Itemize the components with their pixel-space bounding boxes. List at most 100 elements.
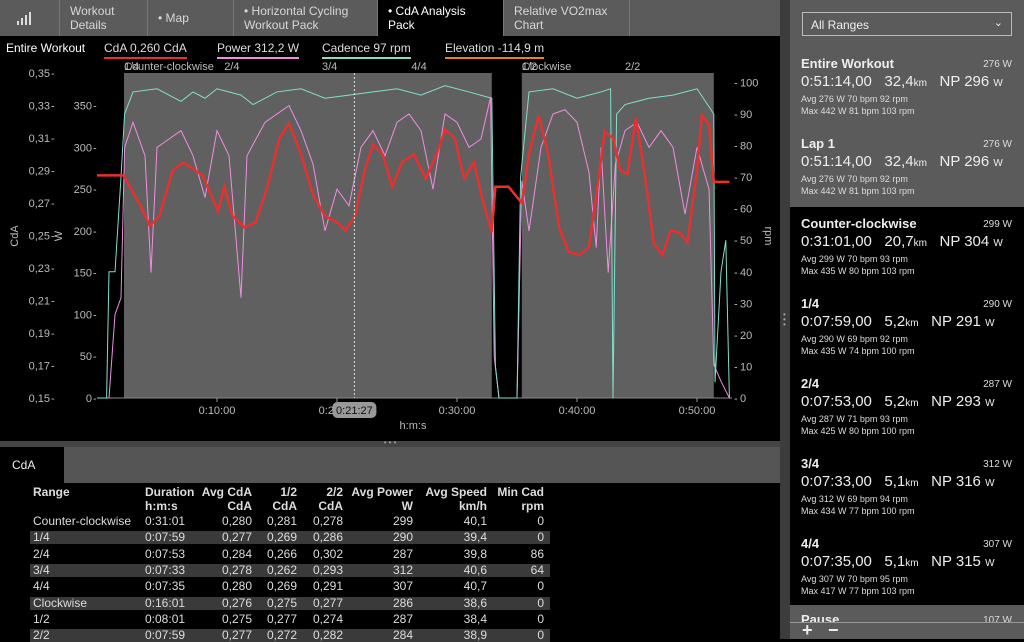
range-distance: 5,2 bbox=[884, 313, 906, 330]
add-range-button[interactable]: + bbox=[802, 620, 813, 641]
tick-mark: - bbox=[734, 77, 738, 89]
remove-range-button[interactable]: − bbox=[828, 620, 839, 641]
tab-charts[interactable] bbox=[0, 0, 60, 36]
tab-cda[interactable]: CdA bbox=[0, 447, 64, 483]
range-avg-stats: Avg 287 W 71 bpm 93 rpm bbox=[801, 414, 908, 424]
y-tick-rpm: 10 bbox=[740, 361, 752, 373]
y-tick-cda: 0,19 bbox=[29, 328, 50, 340]
column-header[interactable]: CdA bbox=[272, 499, 297, 513]
column-header[interactable]: 1/2 bbox=[280, 485, 297, 499]
table-row[interactable]: 4/4 0:07:35 0,280 0,269 0,291 307 40,7 0 bbox=[30, 579, 550, 594]
range-avg-power: 287 W bbox=[983, 379, 1012, 390]
table-cell: 0,276 bbox=[221, 595, 252, 610]
range-duration: 0:51:14,00 bbox=[801, 73, 872, 90]
column-header[interactable]: 2/2 bbox=[326, 485, 343, 499]
range-np: NP 291 bbox=[931, 313, 981, 330]
tab-item-3[interactable]: • Horizontal Cycling Workout Pack bbox=[234, 0, 378, 36]
table-cell: 0,282 bbox=[312, 628, 343, 642]
table-cell: 0 bbox=[537, 628, 544, 642]
column-header[interactable]: Duration bbox=[145, 485, 194, 499]
range-avg-stats: Avg 276 W 70 bpm 92 rpm bbox=[801, 94, 908, 104]
column-header[interactable]: Avg CdA bbox=[202, 485, 252, 499]
range-select[interactable]: All Ranges ⌄ bbox=[802, 12, 1012, 36]
table-cell: 286 bbox=[392, 595, 413, 610]
column-header[interactable]: km/h bbox=[459, 499, 487, 513]
y-tick-rpm: 70 bbox=[740, 172, 752, 184]
tick-mark: - bbox=[734, 393, 738, 405]
table-cell: 0,302 bbox=[312, 546, 343, 561]
table-row[interactable]: 1/4 0:07:59 0,277 0,269 0,286 290 39,4 0 bbox=[30, 530, 550, 545]
tab-item-1[interactable]: Workout Details bbox=[60, 0, 148, 36]
tab-item-4[interactable]: • CdA Analysis Pack bbox=[378, 0, 504, 36]
tab-item-2[interactable]: • Map bbox=[148, 0, 234, 36]
tick-mark: - bbox=[51, 328, 55, 340]
table-row[interactable]: Clockwise 0:16:01 0,276 0,275 0,277 286 38,6 0 bbox=[30, 595, 550, 610]
workout-chart[interactable]: Counter-clockwise1/4 2/4 3/4 4/4 Clockwise1/… bbox=[0, 36, 780, 441]
y-tick-power: 100 bbox=[74, 309, 92, 321]
y-label-power: W bbox=[53, 230, 65, 241]
table-cell: 0,274 bbox=[312, 611, 343, 626]
range-duration: 0:07:33,00 bbox=[801, 473, 872, 490]
tick-mark: - bbox=[51, 296, 55, 308]
column-header[interactable]: Avg Power bbox=[351, 485, 413, 499]
table-cell: 312 bbox=[392, 562, 413, 577]
table-cell: 0,269 bbox=[266, 579, 297, 594]
column-header[interactable]: Min Cad bbox=[497, 485, 544, 499]
column-header[interactable]: Avg Speed bbox=[425, 485, 487, 499]
distance-unit: km bbox=[905, 558, 919, 569]
tick-mark: - bbox=[93, 101, 97, 113]
x-tick-label: 0:10:00 bbox=[199, 405, 236, 417]
np-unit: W bbox=[985, 318, 995, 329]
range-item[interactable]: Lap 1 276 W 0:51:14,00 32,4km NP 296 W Avg … bbox=[790, 136, 1024, 197]
range-item[interactable]: 3/4 312 W 0:07:33,00 5,1km NP 316 W Avg 312… bbox=[790, 456, 1024, 517]
range-avg-power: 299 W bbox=[983, 219, 1012, 230]
column-header[interactable]: CdA bbox=[227, 499, 252, 513]
column-header[interactable]: h:m:s bbox=[145, 499, 178, 513]
table-cell: 40,6 bbox=[463, 562, 487, 577]
range-title: Entire Workout bbox=[801, 56, 894, 71]
y-tick-rpm: 40 bbox=[740, 267, 752, 279]
distance-unit: km bbox=[905, 478, 919, 489]
tab-item-5[interactable]: Relative VO2max Chart bbox=[504, 0, 630, 36]
table-row[interactable]: Counter-clockwise 0:31:01 0,280 0,281 0,278 2… bbox=[30, 514, 550, 528]
distance-unit: km bbox=[913, 158, 927, 169]
column-header[interactable]: rpm bbox=[521, 499, 544, 513]
column-header[interactable]: Range bbox=[33, 485, 70, 499]
y-tick-power: 150 bbox=[74, 268, 92, 280]
table-cell: 0:31:01 bbox=[145, 514, 186, 528]
range-distance: 32,4 bbox=[884, 73, 914, 90]
x-tick-label: 0:30:00 bbox=[439, 405, 476, 417]
table-row[interactable]: 3/4 0:07:33 0,278 0,262 0,293 312 40,6 64 bbox=[30, 562, 550, 577]
column-header[interactable]: W bbox=[402, 499, 413, 513]
range-duration: 0:51:14,00 bbox=[801, 153, 872, 170]
range-avg-power: 290 W bbox=[983, 299, 1012, 310]
range-item[interactable]: 4/4 307 W 0:07:35,00 5,1km NP 315 W Avg 307… bbox=[790, 536, 1024, 597]
table-row[interactable]: 2/4 0:07:53 0,284 0,266 0,302 287 39,8 86 bbox=[30, 546, 550, 561]
column-header[interactable]: CdA bbox=[318, 499, 343, 513]
table-cell: 2/4 bbox=[33, 546, 50, 561]
table-cell: 0:07:53 bbox=[145, 546, 186, 561]
range-max-stats: Max 435 W 80 bpm 103 rpm bbox=[801, 266, 915, 276]
table-row[interactable]: 1/2 0:08:01 0,275 0,277 0,274 287 38,4 0 bbox=[30, 611, 550, 626]
y-label-rpm: rpm bbox=[762, 227, 774, 246]
range-np: NP 293 bbox=[931, 393, 981, 410]
tick-mark: - bbox=[51, 393, 55, 405]
range-item[interactable]: 1/4 290 W 0:07:59,00 5,2km NP 291 W Avg 290… bbox=[790, 296, 1024, 357]
table-cell: 0,293 bbox=[312, 562, 343, 577]
table-cell: 0,277 bbox=[221, 628, 252, 642]
table-cell: 3/4 bbox=[33, 562, 50, 577]
range-item[interactable]: 2/4 287 W 0:07:53,00 5,2km NP 293 W Avg 287… bbox=[790, 376, 1024, 437]
tick-mark: - bbox=[93, 309, 97, 321]
table-cell: 0:07:35 bbox=[145, 579, 186, 594]
range-item[interactable]: Entire Workout 276 W 0:51:14,00 32,4km NP … bbox=[790, 56, 1024, 117]
table-cell: 0,275 bbox=[221, 611, 252, 626]
table-cell: 0,266 bbox=[266, 546, 297, 561]
y-tick-rpm: 0 bbox=[740, 393, 746, 405]
table-row[interactable]: 2/2 0:07:59 0,277 0,272 0,282 284 38,9 0 bbox=[30, 628, 550, 642]
range-item[interactable]: Counter-clockwise 299 W 0:31:01,00 20,7km … bbox=[790, 216, 1024, 277]
x-tick-label: 0:40:00 bbox=[559, 405, 596, 417]
vertical-splitter[interactable]: • • • bbox=[780, 0, 790, 639]
tick-mark: - bbox=[93, 142, 97, 154]
table-cell: 38,4 bbox=[463, 611, 487, 626]
y-tick-cda: 0,15 bbox=[29, 393, 50, 405]
